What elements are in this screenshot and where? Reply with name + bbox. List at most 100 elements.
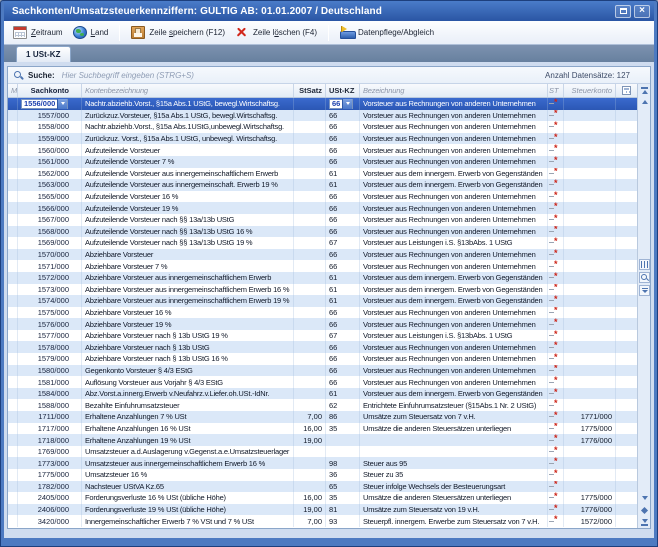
toolbar-button-save[interactable]: Zeile speichern (F12) <box>126 24 230 41</box>
column-header-bez[interactable]: Bezeichnung <box>360 84 548 97</box>
cell-kontenbezeichnung: Gegenkonto Vorsteuer § 4/3 EStG <box>82 365 294 377</box>
column-chooser[interactable] <box>616 84 637 97</box>
tax-pin-icon: * <box>549 147 558 153</box>
cell-bezeichnung: Vorsteuer aus dem innergem. Erwerb von G… <box>360 168 548 180</box>
table-row[interactable]: 2406/000Forderungsverluste 19 % USt (übl… <box>8 504 637 516</box>
cell-marker <box>8 318 18 330</box>
cell-marker <box>8 249 18 261</box>
table-row[interactable]: 1556/000Nachtr.abziehb.Vorst., §15a Abs.… <box>8 98 637 110</box>
grid-header: MSachkontoKontenbezeichnungStSatzUSt-KZB… <box>8 84 637 98</box>
cell-sachkonto: 1711/000 <box>18 411 82 423</box>
data-grid: MSachkontoKontenbezeichnungStSatzUSt-KZB… <box>8 84 650 528</box>
cell-stsatz <box>294 457 326 469</box>
cell-bezeichnung: Vorsteuer aus Rechnungen von anderen Unt… <box>360 156 548 168</box>
column-header-kz[interactable]: USt-KZ <box>326 84 360 97</box>
table-row[interactable]: 1568/000Aufzuteilende Vorsteuer nach §§ … <box>8 226 637 238</box>
zoom-button[interactable] <box>639 272 650 283</box>
filter-button[interactable] <box>639 285 650 296</box>
table-row[interactable]: 1565/000Aufzuteilende Vorsteuer 16 %66Vo… <box>8 191 637 203</box>
table-row[interactable]: 1558/000Nachtr.abziehb.Vorst., §15a Abs.… <box>8 121 637 133</box>
table-row[interactable]: 1775/000Umsatzsteuer 16 %36Steuer zu 35* <box>8 469 637 481</box>
cell-st: * <box>548 191 564 203</box>
table-row[interactable]: 1563/000Aufzuteilende Vorsteuer aus inne… <box>8 179 637 191</box>
toolbar-button-sync[interactable]: Datenpflege/Abgleich <box>335 24 439 41</box>
toolbar-button-delete[interactable]: Zeile löschen (F4) <box>230 24 322 41</box>
column-header-konto[interactable]: Sachkonto <box>18 84 82 97</box>
table-row[interactable]: 1782/000Nachsteuer UStVA Kz.6565Steuer i… <box>8 481 637 493</box>
table-row[interactable]: 1572/000Abziehbare Vorsteuer aus innerge… <box>8 272 637 284</box>
close-button[interactable]: × <box>634 5 650 18</box>
table-row[interactable]: 1581/000Auflösung Vorsteuer aus Vorjahr … <box>8 376 637 388</box>
tax-pin-icon: * <box>549 182 558 188</box>
table-row[interactable]: 1579/000Abziehbare Vorsteuer nach § 13b … <box>8 353 637 365</box>
toolbar-button-calendar[interactable]: Zeitraum <box>8 24 68 41</box>
column-header-stk[interactable]: Steuerkonto <box>564 84 616 97</box>
table-row[interactable]: 1573/000Abziehbare Vorsteuer aus innerge… <box>8 284 637 296</box>
dropdown-button[interactable] <box>57 99 67 109</box>
cell-ust-kz: 66 <box>326 376 360 388</box>
table-row[interactable]: 1575/000Abziehbare Vorsteuer 16 %66Vorst… <box>8 307 637 319</box>
cell-steuerkonto <box>564 249 616 261</box>
table-row[interactable]: 1588/000Bezahlte Einfuhrumsatzsteuer62En… <box>8 399 637 411</box>
tab-ust-kz[interactable]: 1 USt-KZ <box>16 46 71 62</box>
table-row[interactable]: 1577/000Abziehbare Vorsteuer nach § 13b … <box>8 330 637 342</box>
table-row[interactable]: 1571/000Abziehbare Vorsteuer 7 %66Vorste… <box>8 260 637 272</box>
cell-bezeichnung: Steuer aus 95 <box>360 457 548 469</box>
cell-spacer <box>616 260 637 272</box>
scroll-to-top-button[interactable] <box>638 84 650 96</box>
table-row[interactable]: 1562/000Aufzuteilende Vorsteuer aus inne… <box>8 168 637 180</box>
toolbar-button-globe[interactable]: Land <box>68 24 114 41</box>
table-row[interactable]: 1718/000Erhaltene Anzahlungen 19 % USt19… <box>8 434 637 446</box>
cell-bezeichnung: Entrichtete Einfuhrumsatzsteuer (§15Abs.… <box>360 399 548 411</box>
table-row[interactable]: 1557/000Zurückzuz.Vorsteuer, §15a Abs.1 … <box>8 110 637 122</box>
table-row[interactable]: 3420/000Innergemeinschaftlicher Erwerb 7… <box>8 515 637 527</box>
dropdown-button[interactable] <box>342 99 352 109</box>
cell-ust-kz: 66 <box>326 260 360 272</box>
table-row[interactable]: 1773/000Umsatzsteuer aus innergemeinscha… <box>8 457 637 469</box>
table-row[interactable]: 1560/000Aufzuteilende Vorsteuer66Vorsteu… <box>8 144 637 156</box>
table-row[interactable]: 1711/000Erhaltene Anzahlungen 7 % USt7,0… <box>8 411 637 423</box>
cell-kontenbezeichnung: Erhaltene Anzahlungen 19 % USt <box>82 434 294 446</box>
table-row[interactable]: 1561/000Aufzuteilende Vorsteuer 7 %66Vor… <box>8 156 637 168</box>
cell-steuerkonto <box>564 110 616 122</box>
table-row[interactable]: 1570/000Abziehbare Vorsteuer66Vorsteuer … <box>8 249 637 261</box>
column-header-satz[interactable]: StSatz <box>294 84 326 97</box>
table-row[interactable]: 1567/000Aufzuteilende Vorsteuer nach §§ … <box>8 214 637 226</box>
cell-spacer <box>616 399 637 411</box>
cell-marker <box>8 110 18 122</box>
cell-kontenbezeichnung: Abziehbare Vorsteuer <box>82 249 294 261</box>
cell-spacer <box>616 202 637 214</box>
scroll-to-bottom-button[interactable] <box>638 516 650 528</box>
tax-pin-icon: * <box>549 437 558 443</box>
restore-button[interactable] <box>615 5 631 18</box>
search-input[interactable] <box>60 70 540 81</box>
table-row[interactable]: 1580/000Gegenkonto Vorsteuer § 4/3 EStG6… <box>8 365 637 377</box>
table-row[interactable]: 1559/000Zurückzuz. Vorst., §15a Abs.1 US… <box>8 133 637 145</box>
scroll-page-button[interactable] <box>638 504 650 516</box>
column-header-name[interactable]: Kontenbezeichnung <box>82 84 294 97</box>
table-row[interactable]: 1717/000Erhaltene Anzahlungen 16 % USt16… <box>8 423 637 435</box>
table-row[interactable]: 1574/000Abziehbare Vorsteuer aus innerge… <box>8 295 637 307</box>
column-header-m[interactable]: M <box>8 84 18 97</box>
scroll-down-button[interactable] <box>638 492 650 504</box>
grid-options-button[interactable] <box>639 259 650 270</box>
tax-pin-icon: * <box>549 112 558 118</box>
cell-ust-kz: 61 <box>326 168 360 180</box>
cell-st: * <box>548 121 564 133</box>
ust-kz-combo[interactable]: 66 <box>329 99 353 109</box>
table-row[interactable]: 2405/000Forderungsverluste 16 % USt (übl… <box>8 492 637 504</box>
cell-ust-kz: 61 <box>326 272 360 284</box>
table-row[interactable]: 1566/000Aufzuteilende Vorsteuer 19 %66Vo… <box>8 202 637 214</box>
table-row[interactable]: 1578/000Abziehbare Vorsteuer nach § 13b … <box>8 341 637 353</box>
cell-bezeichnung: Vorsteuer aus dem innergem. Erwerb von G… <box>360 295 548 307</box>
column-header-st[interactable]: ST <box>548 84 564 97</box>
scroll-up-button[interactable] <box>638 96 650 108</box>
table-row[interactable]: 1569/000Aufzuteilende Vorsteuer nach §§ … <box>8 237 637 249</box>
table-row[interactable]: 1769/000Umsatzsteuer a.d.Auslagerung v.G… <box>8 446 637 458</box>
table-row[interactable]: 1584/000Abz.Vorst.a.innerg.Erwerb v.Neuf… <box>8 388 637 400</box>
tax-pin-icon: * <box>549 298 558 304</box>
sachkonto-combo[interactable]: 1556/000 <box>21 99 68 109</box>
vertical-scrollbar[interactable] <box>637 84 650 528</box>
cell-steuerkonto <box>564 260 616 272</box>
table-row[interactable]: 1576/000Abziehbare Vorsteuer 19 %66Vorst… <box>8 318 637 330</box>
